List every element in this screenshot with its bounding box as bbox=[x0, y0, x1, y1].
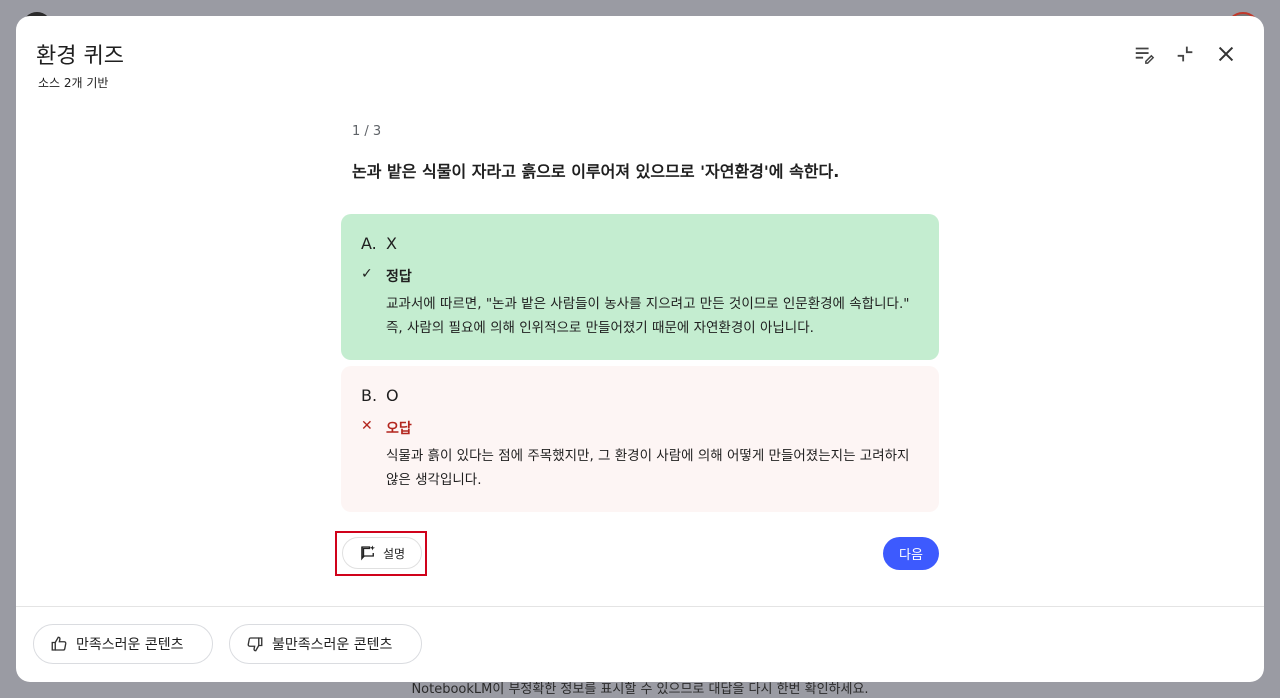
option-text: X bbox=[386, 234, 397, 253]
thumbs-up-icon bbox=[51, 636, 67, 651]
option-b-wrong[interactable]: B. O ✕ 오답 식물과 흙이 있다는 점에 주목했지만, 그 환경이 사람에… bbox=[341, 366, 939, 512]
cross-icon: ✕ bbox=[361, 418, 373, 434]
comment-sparkle-icon bbox=[361, 545, 376, 561]
collapse-icon bbox=[1177, 46, 1193, 62]
footer-divider bbox=[16, 606, 1264, 607]
option-explanation: 식물과 흙이 있다는 점에 주목했지만, 그 환경이 사람에 의해 어떻게 만들… bbox=[386, 448, 910, 488]
good-content-label: 만족스러운 콘텐츠 bbox=[76, 637, 184, 653]
close-button[interactable] bbox=[1212, 40, 1240, 68]
good-content-button[interactable]: 만족스러운 콘텐츠 bbox=[33, 624, 213, 664]
option-letter: B. bbox=[361, 386, 378, 405]
question-counter: 1 / 3 bbox=[352, 124, 382, 139]
correct-label: 정답 bbox=[386, 269, 412, 285]
edit-list-icon bbox=[1135, 47, 1155, 64]
dialog-title: 환경 퀴즈 bbox=[36, 44, 124, 69]
option-a-correct[interactable]: A. X ✓ 정답 교과서에 따르면, "논과 밭은 사람들이 농사를 지으려고… bbox=[341, 214, 939, 360]
dialog-subtitle: 소스 2개 기반 bbox=[38, 76, 109, 90]
explain-label: 설명 bbox=[382, 546, 406, 561]
explain-button[interactable]: 설명 bbox=[342, 537, 422, 569]
collapse-button[interactable] bbox=[1171, 40, 1199, 68]
bad-content-button[interactable]: 불만족스러운 콘텐츠 bbox=[229, 624, 422, 664]
wrong-label: 오답 bbox=[386, 421, 412, 437]
option-text: O bbox=[386, 386, 399, 405]
close-icon bbox=[1218, 46, 1234, 62]
edit-list-button[interactable] bbox=[1130, 40, 1158, 68]
check-icon: ✓ bbox=[361, 266, 373, 282]
option-explanation: 교과서에 따르면, "논과 밭은 사람들이 농사를 지으려고 만든 것이므로 인… bbox=[386, 296, 910, 336]
next-button[interactable]: 다음 bbox=[883, 537, 939, 570]
quiz-dialog: 환경 퀴즈 소스 2개 기반 1 / 3 논과 밭은 식물이 자라고 흙으로 이… bbox=[16, 16, 1264, 682]
option-letter: A. bbox=[361, 234, 377, 253]
thumbs-down-icon bbox=[247, 637, 263, 652]
bad-content-label: 불만족스러운 콘텐츠 bbox=[272, 637, 393, 653]
question-text: 논과 밭은 식물이 자라고 흙으로 이루어져 있으므로 '자연환경'에 속한다. bbox=[352, 162, 840, 181]
